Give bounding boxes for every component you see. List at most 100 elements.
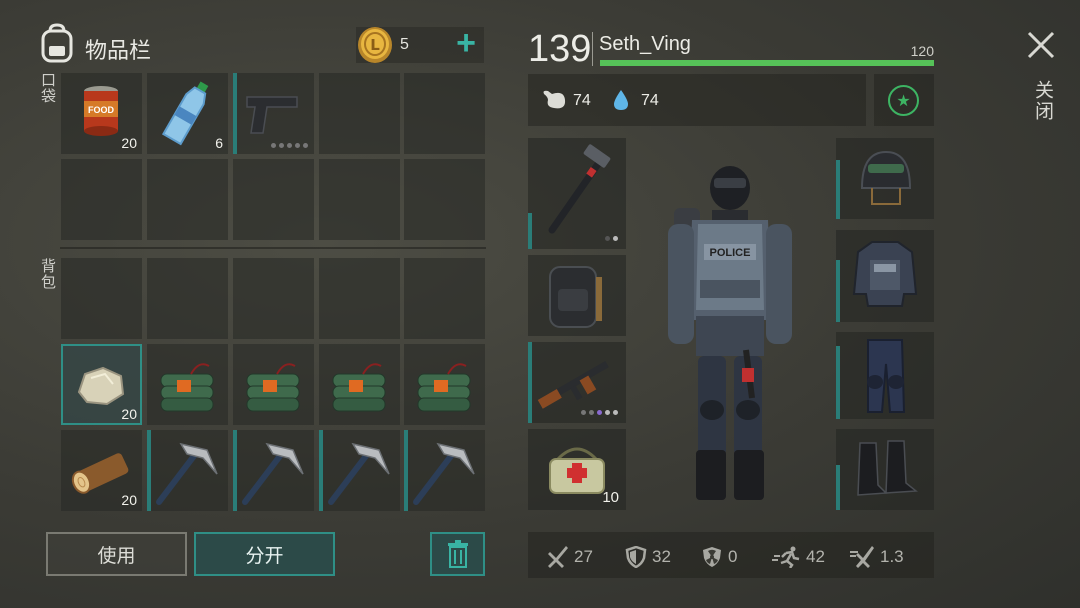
- inventory-slot[interactable]: [404, 344, 485, 425]
- inventory-slot[interactable]: 6: [147, 73, 228, 154]
- water-drop-icon: [612, 88, 630, 112]
- helmet-icon: [860, 150, 912, 205]
- shield-icon: [625, 546, 647, 568]
- radiation-stat: 0: [700, 546, 737, 568]
- inventory-slot[interactable]: [61, 258, 142, 339]
- close-label[interactable]: 关闭: [1030, 80, 1057, 122]
- inventory-slot[interactable]: [404, 258, 485, 339]
- inventory-slot[interactable]: FOOD 20: [61, 73, 142, 154]
- split-button[interactable]: 分开: [194, 532, 335, 576]
- dynamite-icon: [246, 363, 300, 412]
- inventory-slot[interactable]: [233, 344, 314, 425]
- inventory-slot-selected[interactable]: 20: [61, 344, 142, 425]
- radiation-value: 0: [728, 547, 738, 566]
- item-quantity: 20: [121, 406, 137, 422]
- armored-pants-icon: [867, 339, 906, 413]
- pickaxe-icon: [156, 442, 218, 505]
- swift-sword-icon: [850, 546, 874, 568]
- svg-text:FOOD: FOOD: [88, 105, 114, 115]
- inventory-slot[interactable]: [233, 73, 314, 154]
- equip-slot-firearm[interactable]: [528, 342, 626, 423]
- body-armor-icon: [852, 241, 918, 307]
- attack-stat: 27: [546, 546, 593, 568]
- pickaxe-icon: [242, 442, 304, 505]
- attack-speed-value: 1.3: [880, 547, 904, 566]
- star-button[interactable]: ★: [888, 85, 919, 116]
- upgrade-dots: [271, 143, 308, 148]
- inventory-slot[interactable]: [233, 430, 314, 511]
- sledgehammer-icon: [548, 144, 611, 234]
- dynamite-icon: [332, 363, 386, 412]
- player-level: 139: [528, 28, 592, 70]
- close-icon: [1027, 31, 1055, 59]
- sword-icon: [548, 546, 568, 568]
- equip-slot-body[interactable]: [836, 230, 934, 322]
- pickaxe-icon: [413, 442, 475, 505]
- inventory-slot[interactable]: [404, 73, 485, 154]
- add-coins-button[interactable]: +: [451, 26, 481, 62]
- equip-slot-legs[interactable]: [836, 332, 934, 419]
- pistol-icon: [246, 96, 298, 134]
- upgrade-dots: [605, 236, 618, 241]
- pocket-label: 口袋: [39, 72, 57, 104]
- inventory-slot[interactable]: 20: [61, 430, 142, 511]
- player-name: Seth_Ving: [599, 33, 691, 55]
- dynamite-icon: [160, 363, 214, 412]
- running-icon: [772, 546, 800, 568]
- level-separator: [592, 32, 593, 66]
- inventory-slot[interactable]: [319, 258, 400, 339]
- character-preview: POLICE: [652, 160, 802, 510]
- pickaxe-icon: [328, 442, 390, 505]
- star-icon: ★: [896, 92, 911, 110]
- svg-text:L: L: [370, 36, 380, 54]
- use-button[interactable]: 使用: [46, 532, 187, 576]
- item-quantity: 20: [121, 135, 137, 151]
- attack-speed-stat: 1.3: [850, 546, 904, 568]
- health-max: 120: [910, 43, 934, 59]
- equip-slot-head[interactable]: [836, 138, 934, 219]
- inventory-slot[interactable]: [233, 258, 314, 339]
- defense-stat: 32: [624, 546, 671, 568]
- radiation-icon: [703, 547, 721, 567]
- inventory-title: 物品栏: [85, 39, 152, 64]
- attack-value: 27: [574, 547, 593, 566]
- equip-slot-feet[interactable]: [836, 429, 934, 510]
- coin-count: 5: [400, 36, 409, 53]
- inventory-slot[interactable]: [147, 430, 228, 511]
- inventory-slot[interactable]: [147, 159, 228, 240]
- trash-button[interactable]: [430, 532, 485, 576]
- boots-icon: [857, 440, 918, 496]
- close-button[interactable]: [1024, 28, 1058, 62]
- equip-slot-backpack[interactable]: [528, 255, 626, 336]
- trash-icon: [447, 540, 468, 568]
- health-bar-fill: [600, 60, 934, 66]
- backpack-label: 背包: [39, 258, 57, 290]
- food-value: 74: [573, 92, 591, 109]
- inventory-slot[interactable]: [233, 159, 314, 240]
- inventory-slot[interactable]: [61, 159, 142, 240]
- item-quantity: 10: [602, 489, 619, 506]
- speed-value: 42: [806, 547, 825, 566]
- backpack-icon: [38, 22, 76, 64]
- item-quantity: 6: [215, 135, 223, 151]
- inventory-slot[interactable]: [319, 344, 400, 425]
- upgrade-dots: [581, 410, 618, 415]
- inventory-slot[interactable]: [404, 430, 485, 511]
- inventory-slot[interactable]: [319, 430, 400, 511]
- inventory-slot[interactable]: [319, 73, 400, 154]
- stomach-icon: [540, 88, 568, 112]
- backpack-item-icon: [549, 266, 602, 328]
- vest-label: POLICE: [710, 247, 751, 259]
- coin-icon: L: [356, 25, 394, 65]
- inventory-slot[interactable]: [319, 159, 400, 240]
- water-value: 74: [641, 92, 659, 109]
- dynamite-icon: [417, 363, 471, 412]
- inventory-slot[interactable]: [404, 159, 485, 240]
- section-divider: [60, 247, 486, 249]
- speed-stat: 42: [772, 546, 825, 568]
- inventory-slot[interactable]: [147, 344, 228, 425]
- equip-slot-weapon[interactable]: [528, 138, 626, 249]
- inventory-slot[interactable]: [147, 258, 228, 339]
- equip-slot-medical[interactable]: 10: [528, 429, 626, 510]
- item-quantity: 20: [121, 492, 137, 508]
